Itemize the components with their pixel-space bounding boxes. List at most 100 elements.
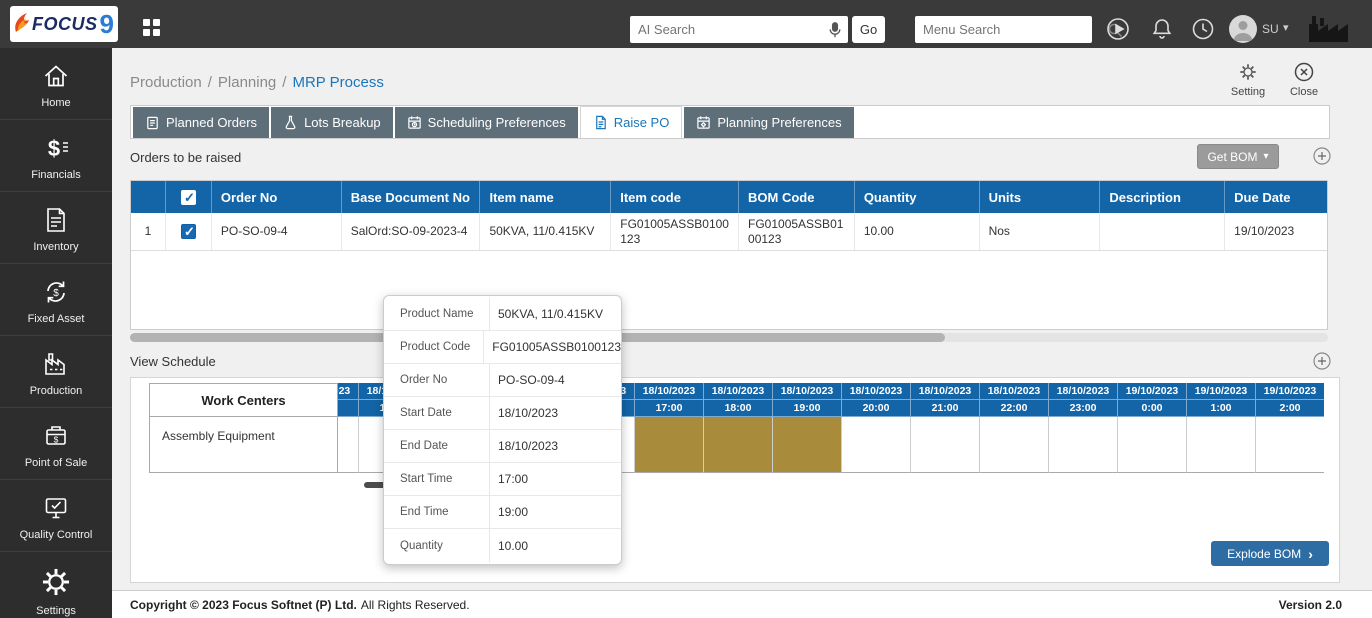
gantt-bar-segment[interactable] [704, 417, 773, 473]
column-header: Item name [480, 181, 611, 213]
svg-text:$: $ [53, 288, 59, 299]
timeline-time-cell: 21:00 [911, 400, 980, 417]
notifications-bell-icon[interactable] [1150, 17, 1174, 41]
chevron-down-icon[interactable]: ▾ [1283, 21, 1289, 34]
cell-due-date: 19/10/2023 [1225, 213, 1327, 250]
horizontal-scrollbar [130, 333, 1328, 342]
focus9-logo[interactable]: FOCUS 9 [10, 6, 118, 42]
add-order-icon[interactable] [1313, 147, 1331, 165]
sidebar-item-point-of-sale[interactable]: $ Point of Sale [0, 408, 112, 480]
settings-gear-icon [39, 565, 73, 599]
cell-description [1100, 213, 1225, 250]
popup-row: Quantity10.00 [384, 529, 621, 562]
close-label: Close [1290, 86, 1318, 98]
sidebar-item-fixed-asset[interactable]: $ Fixed Asset [0, 264, 112, 336]
schedule-cell[interactable] [842, 417, 911, 473]
explode-bom-label: Explode BOM [1227, 547, 1301, 561]
explode-bom-button[interactable]: Explode BOM › [1211, 541, 1329, 566]
apps-grid-icon[interactable] [143, 19, 160, 36]
sidebar-item-production[interactable]: Production [0, 336, 112, 408]
work-center-name: Assembly Equipment [149, 417, 338, 473]
popup-row: End Time19:00 [384, 496, 621, 529]
schedule-cell[interactable] [911, 417, 980, 473]
add-schedule-icon[interactable] [1313, 352, 1331, 370]
popup-field-value: PO-SO-09-4 [490, 373, 565, 387]
menu-search-input[interactable] [915, 22, 1107, 37]
tab-lots-breakup[interactable]: Lots Breakup [271, 107, 393, 138]
user-initials[interactable]: SU [1262, 22, 1279, 36]
timeline-date-cell: 18/10/2023 [704, 383, 773, 400]
home-icon [41, 61, 71, 91]
point-of-sale-icon: $ [41, 421, 71, 451]
row-checkbox[interactable] [181, 224, 196, 239]
schedule-cell[interactable] [1187, 417, 1256, 473]
sidebar-item-label: Settings [36, 605, 76, 617]
copyright-text: Copyright © 2023 Focus Softnet (P) Ltd. [130, 598, 357, 612]
cell-quantity: 10.00 [855, 213, 980, 250]
popup-field-label: Order No [384, 364, 490, 396]
timeline-time-cell: 2:00 [1256, 400, 1324, 417]
timeline-time-cell: 23:00 [1049, 400, 1118, 417]
timeline-time-cell: 19:00 [773, 400, 842, 417]
ai-search-input[interactable] [630, 22, 822, 37]
popup-field-value: 18/10/2023 [490, 406, 558, 420]
sidebar-item-inventory[interactable]: Inventory [0, 192, 112, 264]
topbar: FOCUS 9 Go [0, 0, 1372, 48]
caret-down-icon: ▾ [1263, 151, 1268, 162]
setting-button[interactable]: Setting [1224, 62, 1272, 98]
orders-section-title: Orders to be raised [130, 150, 241, 165]
tab-planning-preferences[interactable]: Planning Preferences [684, 107, 853, 138]
sidebar-item-home[interactable]: Home [0, 48, 112, 120]
calendar-gear-icon [696, 115, 711, 130]
industry-icon [1306, 14, 1352, 44]
financials-icon: $ [41, 133, 71, 163]
setting-label: Setting [1231, 86, 1265, 98]
tab-scheduling-preferences[interactable]: Scheduling Preferences [395, 107, 578, 138]
production-icon [41, 349, 71, 379]
svg-text:$: $ [48, 136, 60, 161]
schedule-cell[interactable] [1256, 417, 1324, 473]
popup-field-label: Product Name [384, 298, 490, 330]
table-row[interactable]: 1 PO-SO-09-4 SalOrd:SO-09-2023-4 50KVA, … [131, 213, 1327, 251]
play-icon[interactable] [1106, 17, 1130, 41]
timeline-time-cell: 1:00 [1187, 400, 1256, 417]
cell-item-name: 50KVA, 11/0.415KV [480, 213, 611, 250]
popup-field-value: 10.00 [490, 539, 528, 553]
sidebar-item-settings[interactable]: Settings [0, 552, 112, 618]
gantt-bar-segment[interactable] [773, 417, 842, 473]
user-avatar[interactable] [1229, 15, 1257, 43]
popup-field-value: 17:00 [490, 472, 528, 486]
breadcrumb-part[interactable]: Production [130, 74, 202, 91]
sidebar-item-label: Home [41, 97, 70, 109]
timeline-date-cell: 19/10/2023 [1187, 383, 1256, 400]
schedule-cell[interactable] [980, 417, 1049, 473]
popup-field-value: FG01005ASSB0100123 [484, 340, 621, 354]
chevron-right-icon: › [1308, 547, 1313, 561]
sidebar-item-quality-control[interactable]: Quality Control [0, 480, 112, 552]
timeline-date-cell: 18/10/2023 [911, 383, 980, 400]
close-button[interactable]: Close [1280, 62, 1328, 98]
schedule-cell[interactable] [1049, 417, 1118, 473]
microphone-icon[interactable] [822, 17, 848, 43]
cell-base-document-no: SalOrd:SO-09-2023-4 [342, 213, 481, 250]
breadcrumb-part[interactable]: Planning [218, 74, 276, 91]
sidebar-item-financials[interactable]: $ Financials [0, 120, 112, 192]
gantt-bar-segment[interactable] [635, 417, 704, 473]
document-icon [593, 115, 608, 130]
tab-raise-po[interactable]: Raise PO [580, 106, 683, 138]
select-all-checkbox[interactable] [181, 190, 196, 205]
sidebar-item-label: Quality Control [20, 529, 93, 541]
get-bom-button[interactable]: Get BOM ▾ [1197, 144, 1279, 169]
popup-row: End Date18/10/2023 [384, 430, 621, 463]
schedule-popup: Product Name50KVA, 11/0.415KVProduct Cod… [383, 295, 622, 565]
schedule-panel: Work Centers Assembly Equipment 18/10/20… [130, 377, 1340, 583]
history-icon[interactable] [1191, 17, 1215, 41]
inventory-icon [41, 205, 71, 235]
tab-planned-orders[interactable]: Planned Orders [133, 107, 269, 138]
go-button[interactable]: Go [852, 16, 885, 43]
schedule-cell[interactable] [1118, 417, 1187, 473]
cell-order-no: PO-SO-09-4 [212, 213, 342, 250]
tab-label: Raise PO [614, 115, 670, 130]
schedule-cell[interactable] [338, 417, 359, 473]
popup-row: Product Name50KVA, 11/0.415KV [384, 298, 621, 331]
